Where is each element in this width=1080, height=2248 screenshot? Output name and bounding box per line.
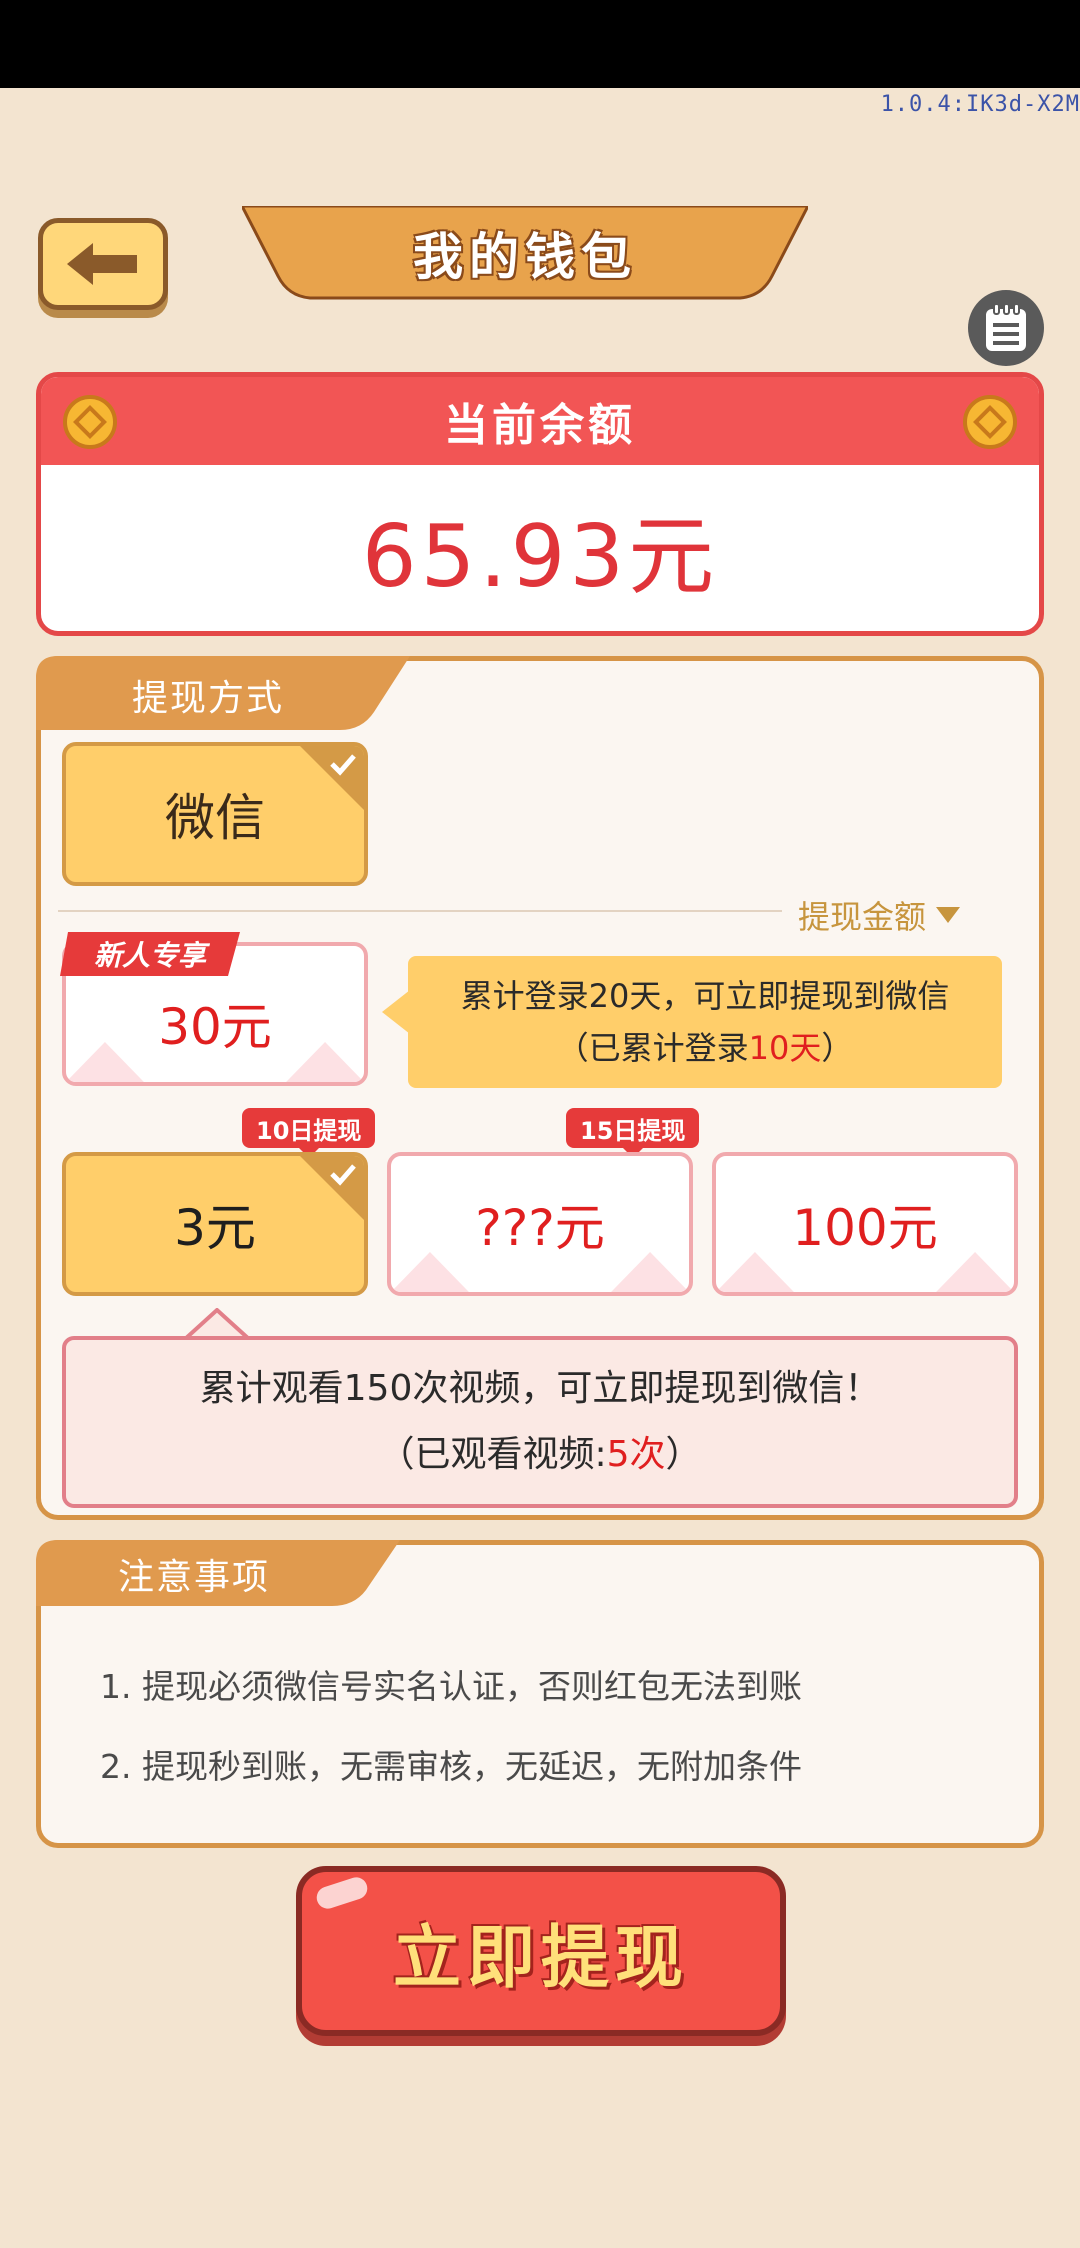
withdraw-now-label: 立即提现 (392, 1918, 689, 1998)
coin-icon (63, 395, 117, 449)
divider (58, 910, 782, 912)
page-title-ribbon: 我的钱包 (242, 206, 808, 300)
login-tip-line1: 累计登录20天，可立即提现到微信 (460, 977, 950, 1015)
balance-header: 当前余额 (41, 377, 1039, 465)
method-tab-label: 提现方式 (132, 678, 285, 719)
video-tip-line2: （已观看视频:5次） (378, 1422, 701, 1488)
login-days-value: 10天 (748, 1029, 822, 1067)
amount-option-3[interactable]: 3元 (62, 1152, 368, 1296)
balance-value: 65.93元 (361, 506, 719, 607)
amount-value: 100元 (792, 1199, 938, 1257)
back-button[interactable] (38, 218, 168, 310)
amount-value: ???元 (475, 1199, 605, 1257)
check-icon (300, 746, 364, 810)
version-label: 1.0.4:IK3d-X2M (880, 92, 1080, 117)
login-tip: 累计登录20天，可立即提现到微信 （已累计登录10天） (382, 956, 1002, 1088)
coin-icon (963, 395, 1017, 449)
login-tip-suffix: ） (821, 1029, 854, 1067)
triangle-down-icon (936, 907, 961, 923)
method-wechat[interactable]: 微信 (62, 742, 368, 886)
login-tip-prefix: （已累计登录 (556, 1029, 749, 1067)
withdraw-record-button[interactable] (968, 290, 1044, 366)
page-title: 我的钱包 (413, 228, 637, 286)
amount-option-100[interactable]: 100元 (712, 1152, 1018, 1296)
back-arrow-icon (67, 243, 137, 285)
amount-label: 提现金额 (798, 892, 961, 938)
amount-value: 3元 (174, 1199, 256, 1257)
method-label: 微信 (165, 789, 265, 847)
status-bar (0, 0, 1080, 88)
badge-10-day: 10日提现 (242, 1108, 376, 1158)
withdraw-now-button[interactable]: 立即提现 (296, 1866, 786, 2036)
clipboard-icon (986, 303, 1026, 351)
video-tip-prefix: （已观看视频: (378, 1434, 607, 1475)
new-user-badge: 新人专享 (60, 932, 240, 976)
video-count-value: 5次 (606, 1434, 666, 1475)
notes-tab-label: 注意事项 (118, 1557, 271, 1598)
video-tip-suffix: ） (665, 1434, 702, 1475)
balance-card: 当前余额 65.93元 (36, 372, 1044, 636)
login-tip-line2: （已累计登录10天） (557, 1022, 854, 1074)
new-user-badge-label: 新人专享 (93, 939, 206, 972)
badge-15-day: 15日提现 (566, 1108, 700, 1158)
check-icon (300, 1156, 364, 1220)
note-item: 1. 提现必须微信号实名认证，否则红包无法到账 (100, 1667, 802, 1706)
video-tip: 累计观看150次视频，可立即提现到微信！ （已观看视频:5次） (62, 1336, 1018, 1508)
note-item: 2. 提现秒到账，无需审核，无延迟，无附加条件 (100, 1747, 802, 1786)
video-tip-line1: 累计观看150次视频，可立即提现到微信！ (199, 1368, 881, 1409)
amount-label-text: 提现金额 (798, 898, 927, 936)
amount-option-unknown[interactable]: ???元 (387, 1152, 693, 1296)
amount-value: 30元 (158, 998, 272, 1056)
balance-label: 当前余额 (444, 400, 636, 451)
